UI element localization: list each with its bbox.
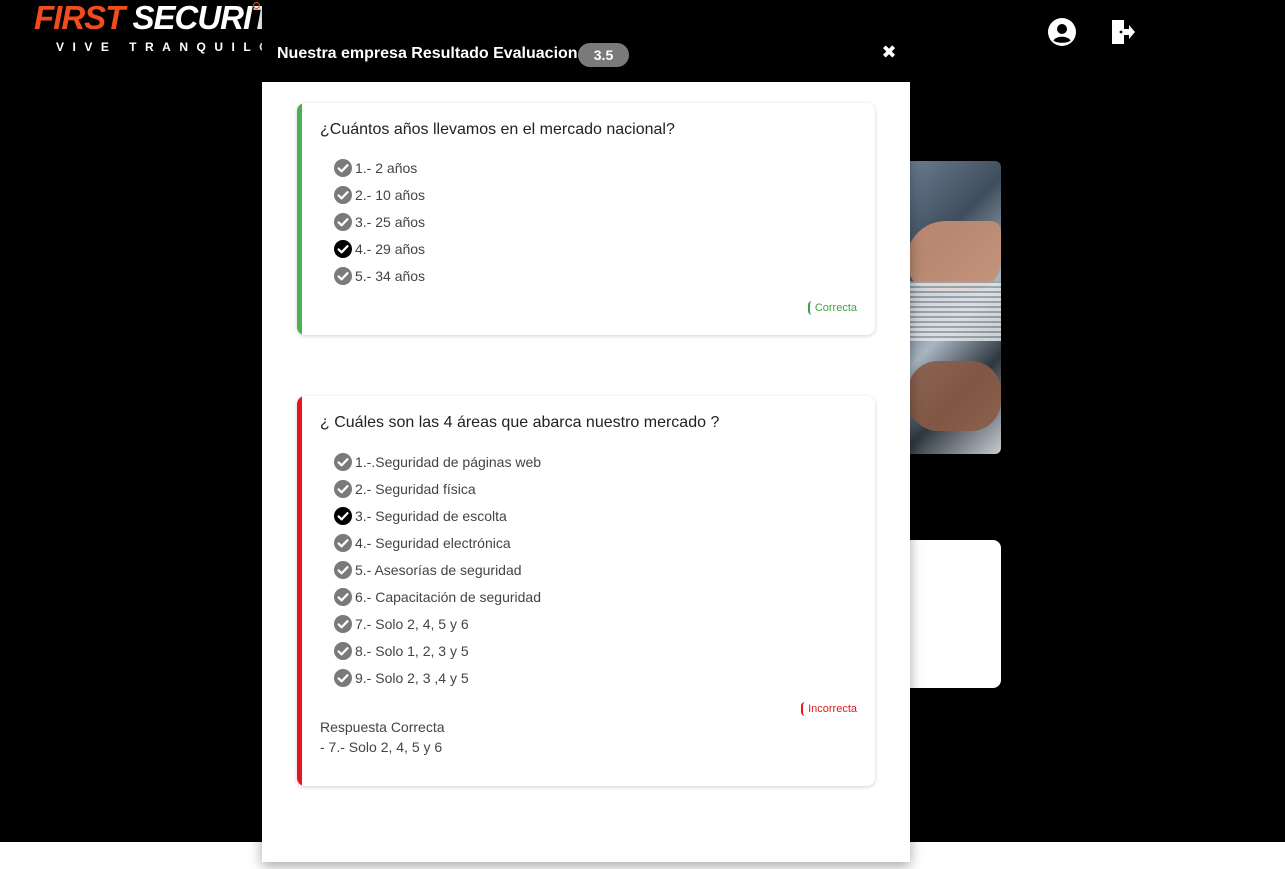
answer-option: 3.- 25 años bbox=[334, 211, 425, 233]
correct-answer-title: Respuesta Correcta bbox=[320, 719, 445, 735]
evaluation-result-modal: Nuestra empresa Resultado Evaluacion 3.5… bbox=[262, 0, 910, 862]
question-card: ¿Cuántos años llevamos en el mercado nac… bbox=[297, 103, 875, 335]
result-badge: Incorrecta bbox=[801, 702, 857, 716]
answer-option-label: 3.- 25 años bbox=[355, 214, 426, 230]
answer-option: 5.- Asesorías de seguridad bbox=[334, 559, 522, 581]
question-text: ¿ Cuáles son las 4 áreas que abarca nues… bbox=[320, 414, 720, 431]
question-text: ¿Cuántos años llevamos en el mercado nac… bbox=[320, 121, 675, 138]
logo-tagline: VIVE TRANQUILO bbox=[56, 40, 278, 54]
modal-title: Nuestra empresa Resultado Evaluacion bbox=[277, 45, 578, 62]
check-circle-selected-icon bbox=[334, 240, 352, 258]
check-circle-icon bbox=[334, 561, 352, 579]
answer-option: 6.- Capacitación de seguridad bbox=[334, 586, 541, 608]
score-badge: 3.5 bbox=[578, 43, 629, 67]
answer-option: 9.- Solo 2, 3 ,4 y 5 bbox=[334, 667, 469, 689]
logo-first-text: FIRST bbox=[34, 0, 125, 36]
question-card: ¿ Cuáles son las 4 áreas que abarca nues… bbox=[297, 396, 875, 786]
correct-answer-value: - 7.- Solo 2, 4, 5 y 6 bbox=[320, 739, 443, 755]
answer-option: 4.- Seguridad electrónica bbox=[334, 532, 511, 554]
check-circle-icon bbox=[334, 480, 352, 498]
background-photo bbox=[898, 161, 1001, 454]
check-circle-icon bbox=[334, 588, 352, 606]
answer-option: 3.- Seguridad de escolta bbox=[334, 505, 507, 527]
background-card bbox=[898, 540, 1001, 688]
check-circle-icon bbox=[334, 213, 352, 231]
check-circle-icon bbox=[334, 159, 352, 177]
answer-option-label: 8.- Solo 1, 2, 3 y 5 bbox=[355, 643, 469, 659]
answer-option-label: 5.- Asesorías de seguridad bbox=[355, 562, 522, 578]
answer-option-label: 5.- 34 años bbox=[355, 268, 426, 284]
answer-option-label: 4.- Seguridad electrónica bbox=[355, 535, 511, 551]
modal-header: Nuestra empresa Resultado Evaluacion 3.5… bbox=[262, 0, 910, 82]
status-bar bbox=[297, 103, 302, 335]
first-security-logo[interactable]: FIRST SECURITY VIVE TRANQUILO bbox=[34, 0, 292, 56]
check-circle-icon bbox=[334, 186, 352, 204]
close-icon[interactable]: ✖ bbox=[880, 43, 898, 61]
answer-option-label: 9.- Solo 2, 3 ,4 y 5 bbox=[355, 670, 469, 686]
answer-option-label: 1.- 2 años bbox=[355, 160, 418, 176]
answer-option-label: 1.-.Seguridad de páginas web bbox=[355, 454, 542, 470]
check-circle-icon bbox=[334, 534, 352, 552]
answer-option: 1.-.Seguridad de páginas web bbox=[334, 451, 541, 473]
answer-option-label: 2.- Seguridad física bbox=[355, 481, 476, 497]
check-circle-icon bbox=[334, 453, 352, 471]
check-circle-icon bbox=[334, 669, 352, 687]
status-bar bbox=[297, 396, 302, 786]
result-badge: Correcta bbox=[807, 301, 857, 315]
answer-option: 4.- 29 años bbox=[334, 238, 425, 260]
check-circle-icon bbox=[334, 267, 352, 285]
user-circle-icon[interactable] bbox=[1048, 18, 1076, 46]
answer-option-label: 4.- 29 años bbox=[355, 241, 426, 257]
answer-option: 8.- Solo 1, 2, 3 y 5 bbox=[334, 640, 469, 662]
answer-option-label: 3.- Seguridad de escolta bbox=[355, 508, 507, 524]
check-circle-icon bbox=[334, 642, 352, 660]
door-exit-icon[interactable] bbox=[1110, 19, 1136, 45]
answer-option-label: 6.- Capacitación de seguridad bbox=[355, 589, 542, 605]
answer-option: 7.- Solo 2, 4, 5 y 6 bbox=[334, 613, 469, 635]
answer-option-label: 7.- Solo 2, 4, 5 y 6 bbox=[355, 616, 469, 632]
answer-option: 2.- Seguridad física bbox=[334, 478, 476, 500]
check-circle-icon bbox=[334, 615, 352, 633]
answer-option-label: 2.- 10 años bbox=[355, 187, 426, 203]
registered-mark-icon bbox=[253, 2, 260, 9]
answer-option: 1.- 2 años bbox=[334, 157, 417, 179]
answer-option: 2.- 10 años bbox=[334, 184, 425, 206]
check-circle-selected-icon bbox=[334, 507, 352, 525]
answer-option: 5.- 34 años bbox=[334, 265, 425, 287]
